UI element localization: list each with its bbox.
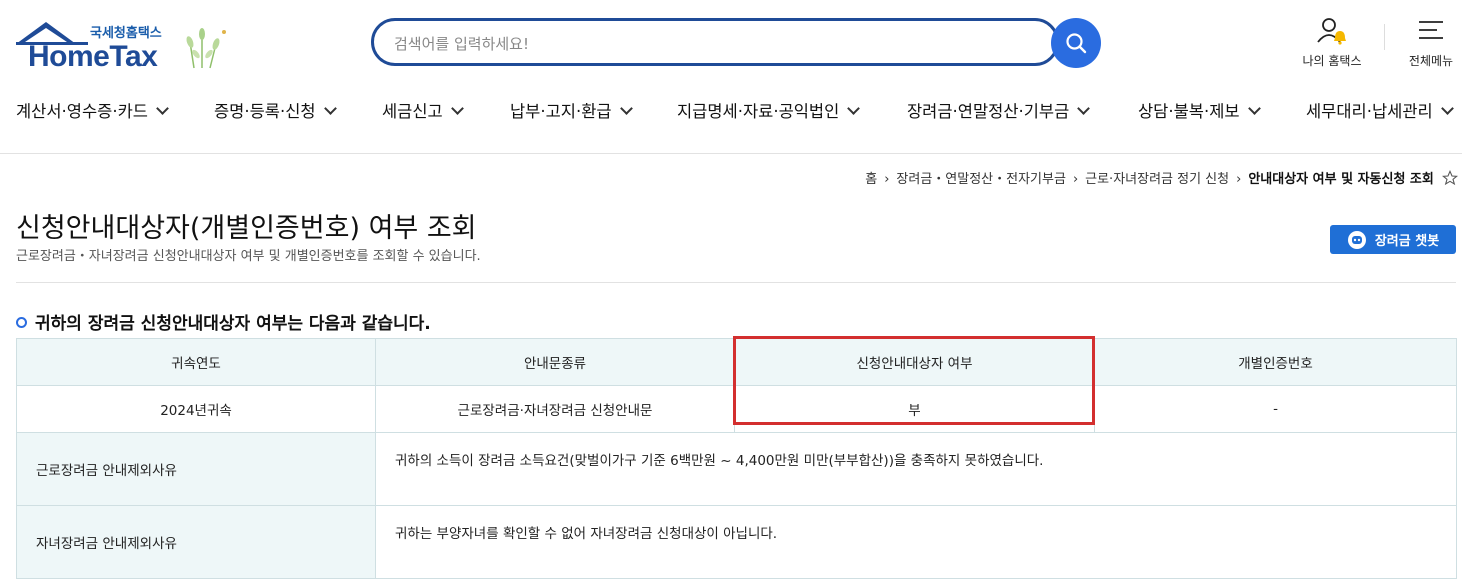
result-table: 귀속연도 안내문종류 신청안내대상자 여부 개별인증번호 2024년귀속 근로장… (16, 338, 1457, 579)
search-icon (1066, 33, 1087, 54)
search-box (371, 18, 1059, 66)
cell-target-status: 부 (734, 385, 1095, 433)
cell-year: 2024년귀속 (16, 385, 376, 433)
bullet-circle-icon (16, 317, 27, 328)
chevron-down-icon (1247, 102, 1261, 115)
nav-item-certificate[interactable]: 증명·등록·신청 (214, 98, 337, 122)
cell-auth-number: - (1094, 385, 1457, 433)
reason-label-earned-income: 근로장려금 안내제외사유 (16, 432, 376, 506)
reason-text-child: 귀하는 부양자녀를 확인할 수 없어 자녀장려금 신청대상이 아닙니다. (375, 505, 1457, 579)
chevron-down-icon (619, 102, 633, 115)
nav-divider (0, 153, 1462, 154)
nav-item-incentive[interactable]: 장려금·연말정산·기부금 (907, 98, 1091, 122)
cell-notice-type: 근로장려금·자녀장려금 신청안내문 (375, 385, 735, 433)
my-hometax-label: 나의 홈택스 (1302, 54, 1362, 68)
all-menu-label: 전체메뉴 (1408, 54, 1454, 68)
breadcrumb-incentive[interactable]: 장려금・연말정산・전자기부금 (896, 172, 1066, 187)
reason-label-child: 자녀장려금 안내제외사유 (16, 505, 376, 579)
chatbot-label: 장려금 챗봇 (1374, 234, 1440, 249)
breadcrumb-home[interactable]: 홈 (865, 172, 877, 187)
breadcrumb-separator-icon: › (884, 172, 890, 187)
logo-text: HomeTax (28, 40, 158, 73)
breadcrumb-separator-icon: › (1236, 172, 1242, 187)
all-menu-button[interactable]: 전체메뉴 (1402, 16, 1460, 72)
utility-divider (1384, 24, 1385, 50)
nav-item-consult[interactable]: 상담·불복·제보 (1138, 98, 1261, 122)
chevron-down-icon (1077, 102, 1091, 115)
nav-item-agent[interactable]: 세무대리·납세관리 (1306, 98, 1454, 122)
table-header-row: 귀속연도 안내문종류 신청안내대상자 여부 개별인증번호 (16, 338, 1457, 386)
nav-item-invoice[interactable]: 계산서·영수증·카드 (16, 98, 169, 122)
nav-item-payment[interactable]: 납부·고지·환급 (510, 98, 633, 122)
section-title: 귀하의 장려금 신청안내대상자 여부는 다음과 같습니다. (16, 309, 431, 334)
main-nav: 계산서·영수증·카드 증명·등록·신청 세금신고 납부·고지·환급 지급명세·자… (16, 98, 1462, 128)
breadcrumb-current: 안내대상자 여부 및 자동신청 조회 (1248, 172, 1434, 187)
reason-text-earned-income: 귀하의 소득이 장려금 소득요건(맞벌이가구 기준 6백만원 ~ 4,400만원… (375, 432, 1457, 506)
chevron-down-icon (847, 102, 861, 115)
nav-item-tax-report[interactable]: 세금신고 (382, 98, 464, 122)
title-divider (16, 282, 1456, 283)
star-favorite-icon[interactable] (1441, 169, 1459, 186)
leaf-decoration-icon (186, 28, 226, 69)
header-target-status: 신청안내대상자 여부 (734, 338, 1095, 386)
user-bell-icon (1317, 18, 1346, 45)
header-auth-number: 개별인증번호 (1094, 338, 1457, 386)
breadcrumb: 홈 › 장려금・연말정산・전자기부금 › 근로·자녀장려금 정기 신청 › 안내대상자 여부… (600, 168, 1459, 188)
chevron-down-icon (323, 102, 337, 115)
chatbot-button[interactable]: 장려금 챗봇 (1330, 225, 1456, 254)
breadcrumb-separator-icon: › (1072, 172, 1079, 187)
chatbot-icon (1347, 230, 1366, 249)
search-button[interactable] (1051, 18, 1101, 68)
chevron-down-icon (156, 102, 169, 115)
reason-row-child: 자녀장려금 안내제외사유 귀하는 부양자녀를 확인할 수 없어 자녀장려금 신청… (16, 505, 1457, 579)
header-year: 귀속연도 (16, 338, 376, 386)
logo-subtitle: 국세청홈택스 (90, 26, 162, 41)
chevron-down-icon (450, 102, 464, 115)
header-notice-type: 안내문종류 (375, 338, 735, 386)
search-input[interactable] (392, 31, 1036, 57)
page-title: 신청안내대상자(개별인증번호) 여부 조회 (16, 213, 477, 244)
hamburger-menu-icon (1419, 21, 1443, 39)
table-row: 2024년귀속 근로장려금·자녀장려금 신청안내문 부 - (16, 385, 1457, 433)
my-hometax-button[interactable]: 나의 홈택스 (1296, 16, 1368, 72)
chevron-down-icon (1440, 102, 1454, 115)
breadcrumb-regular-apply[interactable]: 근로·자녀장려금 정기 신청 (1085, 172, 1229, 187)
page-description: 근로장려금・자녀장려금 신청안내대상자 여부 및 개별인증번호를 조회할 수 있… (16, 249, 481, 264)
reason-row-earned-income: 근로장려금 안내제외사유 귀하의 소득이 장려금 소득요건(맞벌이가구 기준 6… (16, 432, 1457, 506)
hometax-logo[interactable]: 국세청홈택스 HomeTax (16, 20, 231, 73)
nav-item-statement[interactable]: 지급명세·자료·공익법인 (677, 98, 861, 122)
